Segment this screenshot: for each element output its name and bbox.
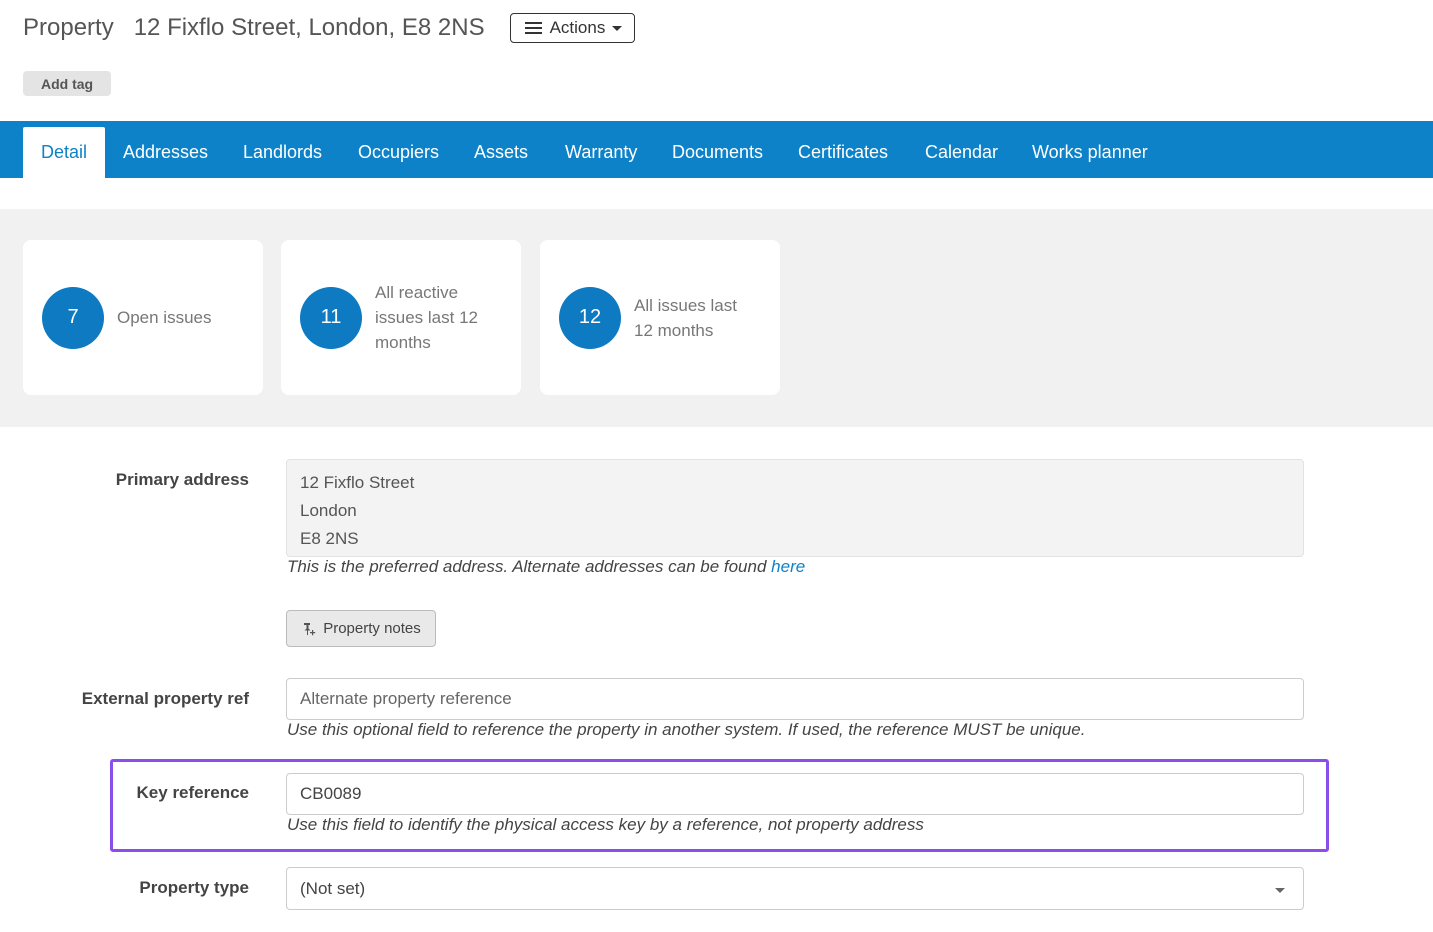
- tab-certificates[interactable]: Certificates: [798, 127, 888, 178]
- stat-card-reactive-issues[interactable]: 11 All reactive issues last 12 months: [281, 240, 521, 395]
- property-address-title: 12 Fixflo Street, London, E8 2NS: [133, 14, 485, 41]
- tab-landlords[interactable]: Landlords: [243, 127, 322, 178]
- tab-occupiers[interactable]: Occupiers: [358, 127, 439, 178]
- property-notes-button[interactable]: Property notes: [286, 610, 436, 647]
- actions-dropdown-button[interactable]: Actions: [509, 13, 636, 43]
- external-ref-label: External property ref: [81, 689, 249, 708]
- property-type-select[interactable]: (Not set): [286, 867, 1304, 910]
- external-ref-help: Use this optional field to reference the…: [287, 720, 1086, 739]
- stat-count: 7: [42, 286, 104, 349]
- pin-icon: [304, 622, 316, 635]
- stat-card-all-issues[interactable]: 12 All issues last 12 months: [540, 240, 780, 395]
- stat-card-open-issues[interactable]: 7 Open issues: [23, 240, 263, 395]
- stat-count: 12: [559, 286, 621, 349]
- actions-label: Actions: [549, 18, 606, 37]
- tab-calendar[interactable]: Calendar: [925, 127, 998, 178]
- stat-label: All reactive issues last 12 months: [375, 283, 478, 352]
- tab-addresses[interactable]: Addresses: [123, 127, 208, 178]
- tab-bar: Detail Addresses Landlords Occupiers Ass…: [0, 121, 1433, 178]
- primary-address-help: This is the preferred address. Alternate…: [287, 557, 806, 576]
- tab-assets[interactable]: Assets: [474, 127, 528, 178]
- key-reference-input[interactable]: [286, 773, 1304, 815]
- address-line: E8 2NS: [300, 529, 359, 548]
- key-reference-label: Key reference: [136, 783, 249, 802]
- stat-label: All issues last 12 months: [634, 295, 737, 340]
- primary-address-label: Primary address: [115, 470, 249, 489]
- page-header: Property 12 Fixflo Street, London, E8 2N…: [23, 12, 636, 44]
- property-type-label: Property type: [139, 878, 249, 897]
- address-line: London: [300, 501, 357, 520]
- tab-warranty[interactable]: Warranty: [565, 127, 637, 178]
- stat-count: 11: [300, 286, 362, 349]
- page-title: Property: [23, 14, 114, 41]
- add-tag-button[interactable]: Add tag: [23, 71, 112, 96]
- tab-detail[interactable]: Detail: [23, 127, 106, 178]
- list-icon: [524, 21, 542, 35]
- tab-documents[interactable]: Documents: [672, 127, 763, 178]
- key-reference-help: Use this field to identify the physical …: [287, 815, 924, 834]
- alternate-addresses-link[interactable]: here: [771, 557, 805, 576]
- address-line: 12 Fixflo Street: [300, 473, 415, 492]
- tab-works-planner[interactable]: Works planner: [1032, 127, 1148, 178]
- property-type-value: (Not set): [300, 878, 366, 898]
- caret-down-icon: [612, 25, 623, 31]
- external-ref-input[interactable]: [286, 678, 1304, 720]
- issue-stats-panel: 7 Open issues 11 All reactive issues las…: [0, 209, 1433, 427]
- property-notes-label: Property notes: [323, 620, 421, 637]
- primary-address-box: 12 Fixflo Street London E8 2NS: [286, 459, 1304, 557]
- stat-label: Open issues: [117, 308, 212, 327]
- chevron-down-icon: [1275, 888, 1285, 893]
